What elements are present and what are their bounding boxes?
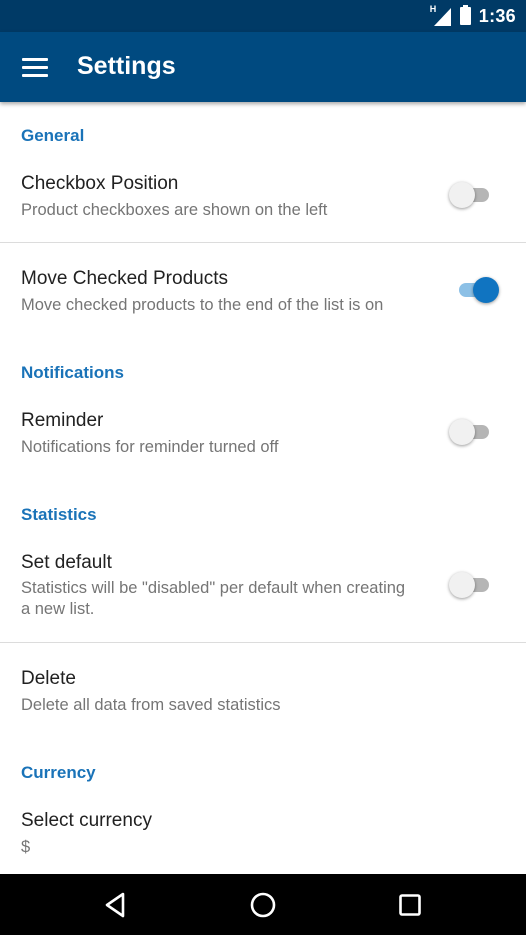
section-header-statistics: Statistics <box>21 505 97 524</box>
pref-title: Select currency <box>21 810 152 831</box>
switch-thumb <box>449 572 475 598</box>
pref-title: Reminder <box>21 410 104 431</box>
app-bar: Settings <box>0 32 526 102</box>
section-header-currency: Currency <box>21 763 96 782</box>
switch-thumb <box>473 277 499 303</box>
reminder-toggle[interactable] <box>449 417 501 447</box>
pref-move-checked-products[interactable]: Move Checked Products Move checked produ… <box>0 243 526 338</box>
pref-delete-statistics[interactable]: Delete Delete all data from saved statis… <box>0 643 526 738</box>
section-header-general: General <box>21 126 85 145</box>
settings-list[interactable]: General Checkbox Position Product checkb… <box>0 102 526 874</box>
signal-icon: H <box>429 4 452 26</box>
pref-title: Delete <box>21 668 76 689</box>
pref-summary: Delete all data from saved statistics <box>21 696 281 714</box>
pref-summary: Notifications for reminder turned off <box>21 438 279 456</box>
pref-summary: Product checkboxes are shown on the left <box>21 201 328 219</box>
switch-thumb <box>449 419 475 445</box>
checkbox-position-toggle[interactable] <box>449 180 501 210</box>
status-time: 1:36 <box>478 5 516 26</box>
pref-summary: $ <box>21 838 31 856</box>
pref-reminder[interactable]: Reminder Notifications for reminder turn… <box>0 399 526 479</box>
pref-summary: Statistics will be "disabled" per defaul… <box>21 579 406 618</box>
pref-checkbox-position[interactable]: Checkbox Position Product checkboxes are… <box>0 162 526 242</box>
navigation-bar <box>0 874 526 935</box>
pref-title: Set default <box>21 552 112 573</box>
pref-title: Checkbox Position <box>21 173 179 194</box>
pref-set-default[interactable]: Set default Statistics will be "disabled… <box>0 541 526 641</box>
move-checked-products-toggle[interactable] <box>449 275 501 305</box>
recents-icon[interactable] <box>394 889 426 921</box>
network-type-label: H <box>429 4 437 14</box>
status-icons: H 1:36 <box>429 4 516 26</box>
pref-select-currency[interactable]: Select currency $ <box>0 799 526 874</box>
home-icon[interactable] <box>247 889 279 921</box>
pref-summary: Move checked products to the end of the … <box>21 296 384 314</box>
back-icon[interactable] <box>99 889 131 921</box>
pref-title: Move Checked Products <box>21 268 228 289</box>
switch-thumb <box>449 182 475 208</box>
set-default-toggle[interactable] <box>449 570 501 600</box>
battery-icon <box>459 5 471 25</box>
section-header-notifications: Notifications <box>21 363 124 382</box>
hamburger-menu-icon[interactable] <box>18 52 52 82</box>
page-title: Settings <box>77 52 176 80</box>
status-bar: H 1:36 <box>0 0 526 32</box>
